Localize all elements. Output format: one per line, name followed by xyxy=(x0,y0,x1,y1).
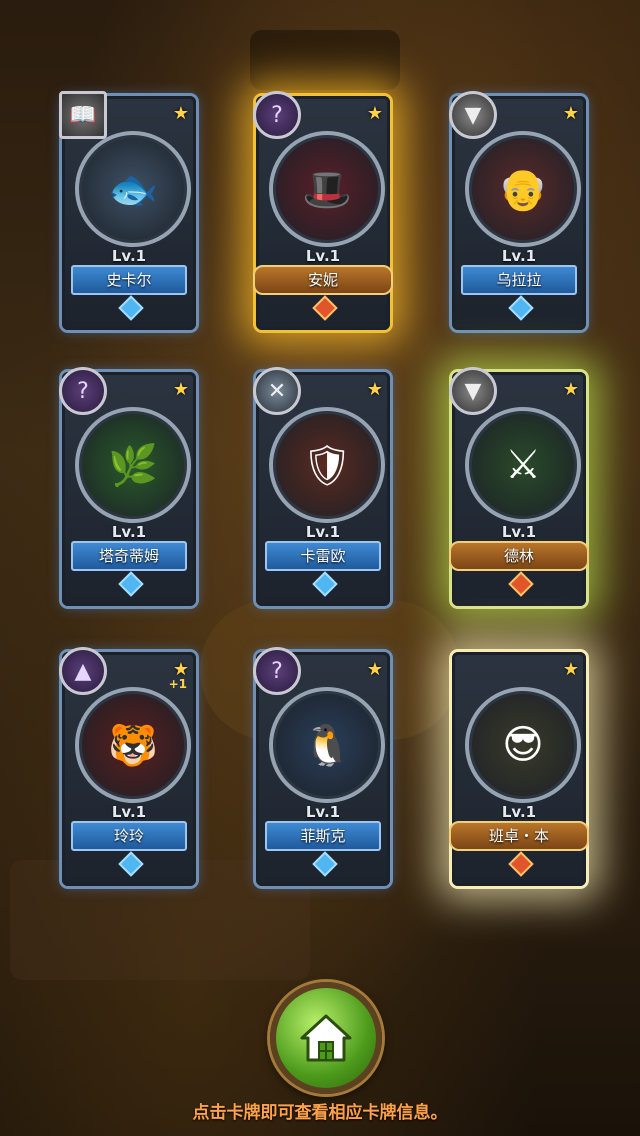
hero-name: 乌拉拉 xyxy=(461,265,577,295)
magic-icon: ? xyxy=(253,647,301,695)
wing-icon: ▼ xyxy=(449,91,497,139)
gem-icon xyxy=(118,295,144,321)
hero-name: 卡雷欧 xyxy=(265,541,381,571)
hero-name: 安妮 xyxy=(253,265,393,295)
gem-icon xyxy=(508,295,534,321)
hero-level: Lv.1 xyxy=(111,803,147,821)
wing-icon: ▼ xyxy=(449,367,497,415)
hero-level: Lv.1 xyxy=(305,247,341,265)
gem-icon xyxy=(118,851,144,877)
hero-portrait: 😎 xyxy=(465,687,581,803)
hero-name: 班卓・本 xyxy=(449,821,589,851)
hero-name: 塔奇蒂姆 xyxy=(71,541,187,571)
star-icon: ★ xyxy=(366,103,383,124)
gem-icon xyxy=(312,851,338,877)
star-icon: ★ xyxy=(172,103,189,124)
upgrade-badge: +1 xyxy=(168,677,187,691)
book-icon: 📖 xyxy=(59,91,107,139)
hero-portrait: 🐟 xyxy=(75,131,191,247)
home-button[interactable] xyxy=(270,982,382,1094)
hero-portrait: 🎩 xyxy=(269,131,385,247)
hero-name: 德林 xyxy=(449,541,589,571)
gem-icon xyxy=(508,851,534,877)
hero-card-4[interactable]: ? ★ 🌿 Lv.1 塔奇蒂姆 xyxy=(59,367,196,606)
hero-level: Lv.1 xyxy=(501,523,537,541)
hero-card-9[interactable]: ★ 😎 Lv.1 班卓・本 xyxy=(449,652,589,886)
gem-icon xyxy=(312,295,338,321)
gem-icon xyxy=(508,571,534,597)
star-icon: ★ xyxy=(172,379,189,400)
hero-portrait: 🐯 xyxy=(75,687,191,803)
hint-text: 点击卡牌即可查看相应卡牌信息。 xyxy=(192,1103,448,1123)
hero-name: 菲斯克 xyxy=(265,821,381,851)
background-shape xyxy=(250,30,400,90)
gem-icon xyxy=(312,571,338,597)
sword-icon: ✕ xyxy=(253,367,301,415)
star-icon: ★ xyxy=(366,659,383,680)
hero-card-5[interactable]: ✕ ★ 🛡 Lv.1 卡雷欧 xyxy=(253,367,390,606)
hero-card-8[interactable]: ? ★ 🐧 Lv.1 菲斯克 xyxy=(253,647,390,886)
hero-portrait: ⚔ xyxy=(465,407,581,523)
hero-level: Lv.1 xyxy=(305,803,341,821)
magic-icon: ? xyxy=(59,367,107,415)
hero-portrait: 🛡 xyxy=(269,407,385,523)
hero-card-2[interactable]: ? ★ 🎩 Lv.1 安妮 xyxy=(253,91,393,330)
gem-icon xyxy=(118,571,144,597)
hero-level: Lv.1 xyxy=(501,247,537,265)
hero-name: 玲玲 xyxy=(71,821,187,851)
hero-name: 史卡尔 xyxy=(71,265,187,295)
hero-portrait: 🌿 xyxy=(75,407,191,523)
star-icon: ★ xyxy=(562,103,579,124)
hero-card-1[interactable]: 📖 ★ 🐟 Lv.1 史卡尔 xyxy=(59,91,196,330)
star-icon: ★ xyxy=(562,379,579,400)
hero-card-6[interactable]: ▼ ★ ⚔ Lv.1 德林 xyxy=(449,367,589,606)
home-icon xyxy=(300,1014,352,1062)
hero-level: Lv.1 xyxy=(111,523,147,541)
magic-icon: ? xyxy=(253,91,301,139)
star-icon: ★ xyxy=(562,659,579,680)
hero-level: Lv.1 xyxy=(111,247,147,265)
hero-level: Lv.1 xyxy=(501,803,537,821)
hero-portrait: 🐧 xyxy=(269,687,385,803)
witch-hat-icon: ▲ xyxy=(59,647,107,695)
hero-level: Lv.1 xyxy=(305,523,341,541)
star-icon: ★ xyxy=(366,379,383,400)
hero-card-7[interactable]: ▲ ★ +1 🐯 Lv.1 玲玲 xyxy=(59,647,196,886)
hero-portrait: 👴 xyxy=(465,131,581,247)
hero-card-3[interactable]: ▼ ★ 👴 Lv.1 乌拉拉 xyxy=(449,91,586,330)
